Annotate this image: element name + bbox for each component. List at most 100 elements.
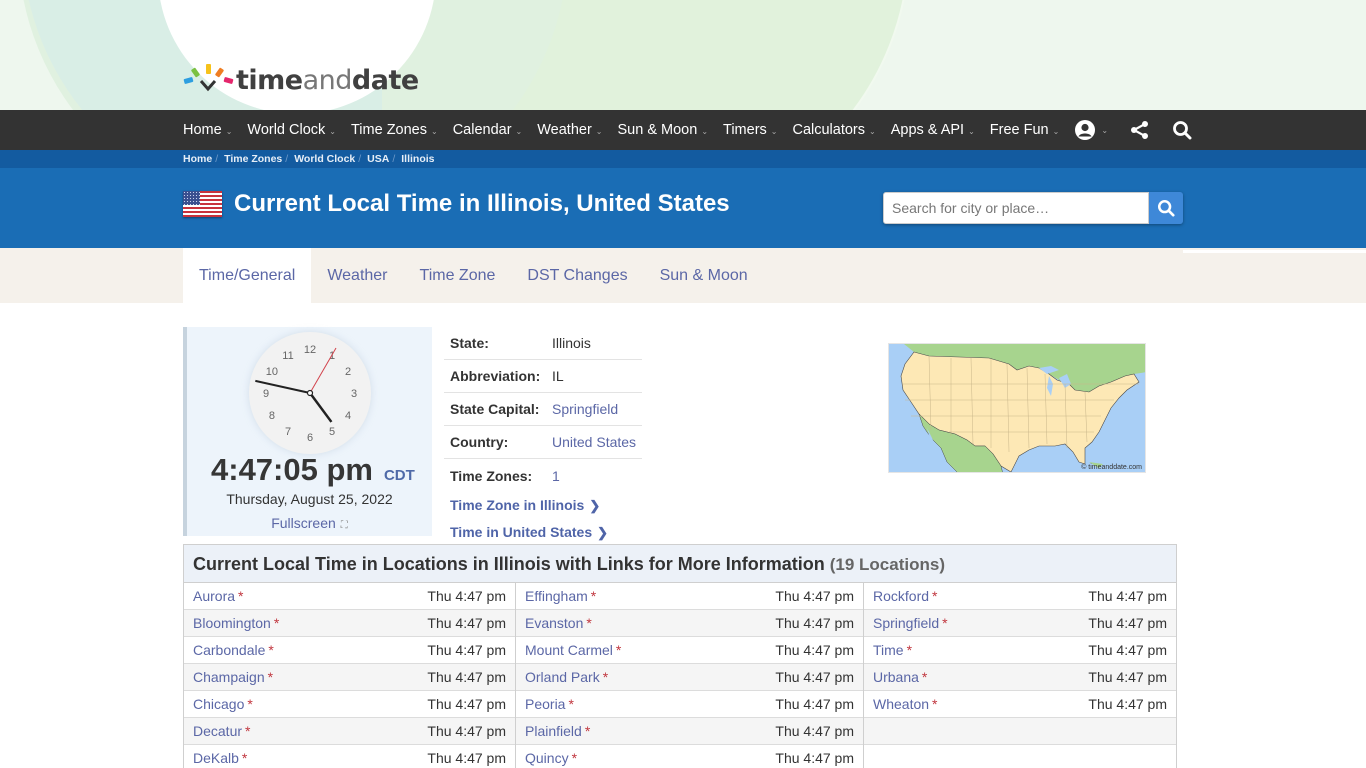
info-value[interactable]: 1 <box>552 468 560 484</box>
city-link[interactable]: Carbondale * <box>193 642 274 658</box>
site-logo[interactable]: timeanddate <box>183 64 419 96</box>
city-link[interactable]: Effingham * <box>525 588 596 604</box>
city-link[interactable]: Quincy * <box>525 750 577 766</box>
table-row: Orland Park * Thu 4:47 pm <box>516 664 863 691</box>
info-value[interactable]: Springfield <box>552 401 618 417</box>
clock-panel: 12 1 2 3 4 5 6 7 8 9 10 11 4:47:05 pm CDT Thursday,… <box>183 327 432 536</box>
table-row: Decatur * Thu 4:47 pm <box>184 718 515 745</box>
city-link[interactable]: Orland Park * <box>525 669 608 685</box>
clock-numeral: 8 <box>269 410 275 422</box>
chevron-down-icon: ⌄ <box>701 126 709 136</box>
breadcrumb-usa[interactable]: USA <box>367 153 389 165</box>
chevron-down-icon: ⌄ <box>770 126 778 136</box>
tab-sun-moon[interactable]: Sun & Moon <box>644 248 764 303</box>
breadcrumb-illinois[interactable]: Illinois <box>401 153 434 165</box>
table-row: Effingham * Thu 4:47 pm <box>516 583 863 610</box>
breadcrumb-world-clock[interactable]: World Clock <box>294 153 355 165</box>
nav-item-calculators[interactable]: Calculators ⌄ <box>792 122 875 138</box>
search-submit-button[interactable] <box>1149 192 1183 224</box>
nav-item-apps-api[interactable]: Apps & API ⌄ <box>891 122 975 138</box>
city-link[interactable]: Aurora * <box>193 588 243 604</box>
info-row: Abbreviation: IL <box>444 360 642 393</box>
city-time: Thu 4:47 pm <box>775 750 854 766</box>
city-link[interactable]: DeKalb * <box>193 750 247 766</box>
city-link[interactable]: Peoria * <box>525 696 574 712</box>
city-time: Thu 4:47 pm <box>1088 669 1167 685</box>
nav-item-label: Home <box>183 122 222 138</box>
nav-item-world-clock[interactable]: World Clock ⌄ <box>247 122 336 138</box>
share-button[interactable] <box>1130 120 1150 140</box>
city-link[interactable]: Plainfield * <box>525 723 590 739</box>
clock-numeral: 7 <box>285 426 291 438</box>
nav-item-sun-moon[interactable]: Sun & Moon ⌄ <box>618 122 709 138</box>
dst-marker: * <box>241 750 248 766</box>
table-row <box>864 718 1176 745</box>
clock-numeral: 11 <box>282 350 293 362</box>
nav-item-weather[interactable]: Weather ⌄ <box>537 122 602 138</box>
tab-weather[interactable]: Weather <box>311 248 403 303</box>
info-label: Country: <box>450 434 509 450</box>
table-row: Time * Thu 4:47 pm <box>864 637 1176 664</box>
clock-numeral: 10 <box>266 366 278 378</box>
city-time: Thu 4:47 pm <box>1088 642 1167 658</box>
nav-item-label: Time Zones <box>350 122 427 138</box>
nav-item-label: Free Fun <box>989 122 1049 138</box>
locations-table: Current Local Time in Locations in Illin… <box>183 544 1177 768</box>
us-flag-icon <box>183 191 222 217</box>
link-time-zone-in-illinois[interactable]: Time Zone in Illinois ❯ <box>444 492 642 519</box>
city-link[interactable]: Evanston * <box>525 615 592 631</box>
chevron-right-icon: ❯ <box>589 498 601 513</box>
city-link[interactable]: Chicago * <box>193 696 253 712</box>
share-icon <box>1131 121 1149 139</box>
clock-numeral: 4 <box>345 410 351 422</box>
logo-text: timeanddate <box>236 64 419 96</box>
search-form <box>883 192 1183 224</box>
us-map[interactable]: © timeanddate.com <box>888 343 1146 473</box>
table-row: Quincy * Thu 4:47 pm <box>516 745 863 768</box>
analog-clock: 12 1 2 3 4 5 6 7 8 9 10 11 <box>249 332 371 454</box>
search-input[interactable] <box>883 192 1149 224</box>
nav-item-label: Calendar <box>452 122 512 138</box>
breadcrumb-separator: / <box>215 153 219 165</box>
nav-item-time-zones[interactable]: Time Zones ⌄ <box>351 122 438 138</box>
link-label: Time in United States <box>450 524 593 540</box>
dst-marker: * <box>921 669 928 685</box>
city-link[interactable]: Wheaton * <box>873 696 938 712</box>
nav-item-label: Sun & Moon <box>617 122 698 138</box>
info-row: State Capital: Springfield <box>444 393 642 426</box>
city-link[interactable]: Time * <box>873 642 912 658</box>
table-row: Mount Carmel * Thu 4:47 pm <box>516 637 863 664</box>
nav-item-timers[interactable]: Timers ⌄ <box>723 122 777 138</box>
timezone-abbreviation[interactable]: CDT <box>384 467 415 484</box>
tab-dst-changes[interactable]: DST Changes <box>511 248 643 303</box>
city-link[interactable]: Rockford * <box>873 588 937 604</box>
city-link[interactable]: Champaign * <box>193 669 273 685</box>
nav-item-calendar[interactable]: Calendar ⌄ <box>453 122 523 138</box>
main-nav: Home ⌄ World Clock ⌄ Time Zones ⌄ Calendar ⌄ Wea… <box>0 110 1366 150</box>
search-button[interactable] <box>1172 120 1192 140</box>
city-link[interactable]: Mount Carmel * <box>525 642 621 658</box>
city-link[interactable]: Bloomington * <box>193 615 279 631</box>
fullscreen-link[interactable]: Fullscreen ⛶ <box>187 515 432 531</box>
nav-item-home[interactable]: Home ⌄ <box>183 122 232 138</box>
city-link[interactable]: Urbana * <box>873 669 927 685</box>
city-link[interactable]: Springfield * <box>873 615 948 631</box>
breadcrumb-time-zones[interactable]: Time Zones <box>224 153 282 165</box>
fullscreen-label: Fullscreen <box>271 515 336 531</box>
nav-item-free-fun[interactable]: Free Fun ⌄ <box>990 122 1060 138</box>
info-value[interactable]: United States <box>552 434 636 450</box>
table-row: Chicago * Thu 4:47 pm <box>184 691 515 718</box>
city-link[interactable]: Decatur * <box>193 723 250 739</box>
dst-marker: * <box>615 642 622 658</box>
city-time: Thu 4:47 pm <box>427 696 506 712</box>
city-time: Thu 4:47 pm <box>775 669 854 685</box>
link-label: Time Zone in Illinois <box>450 497 585 513</box>
account-menu-button[interactable]: ⌄ <box>1074 119 1108 141</box>
tab-time-general[interactable]: Time/General <box>183 248 312 303</box>
dst-marker: * <box>238 588 244 604</box>
link-time-in-united-states[interactable]: Time in United States ❯ <box>444 519 642 546</box>
breadcrumb-home[interactable]: Home <box>183 153 212 165</box>
locations-column: Rockford * Thu 4:47 pm Springfield * Thu 4:47… <box>864 583 1176 768</box>
nav-item-label: Calculators <box>792 122 866 138</box>
tab-time-zone[interactable]: Time Zone <box>404 248 512 303</box>
